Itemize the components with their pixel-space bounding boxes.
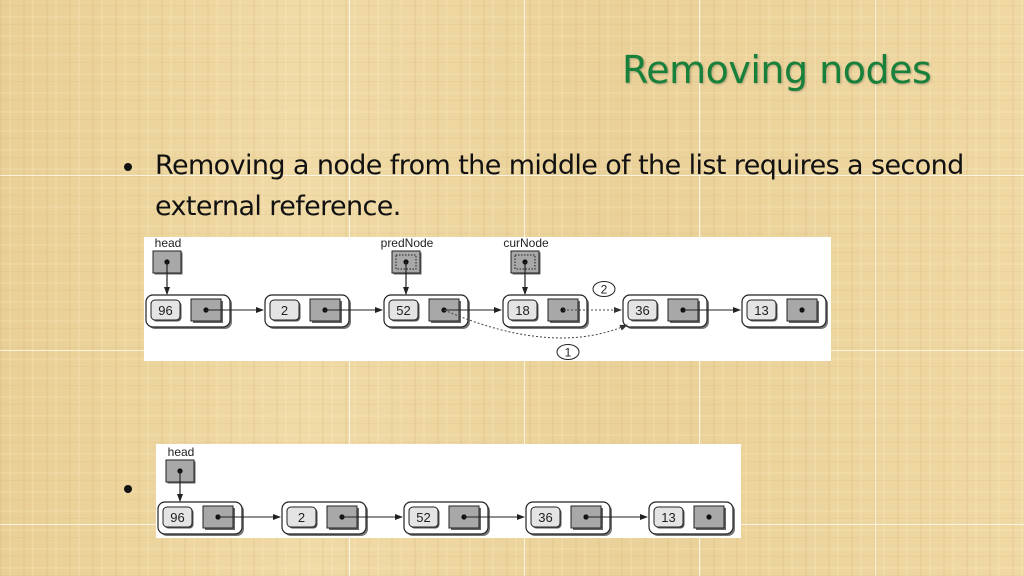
node-value: 52: [396, 303, 410, 318]
bullet-dot-icon: [124, 485, 132, 493]
node-value: 2: [298, 510, 305, 525]
slide-title: Removing nodes: [622, 48, 932, 92]
reference-label: curNode: [503, 237, 549, 250]
reference-label: head: [168, 445, 195, 459]
pointer-dot-icon: [706, 514, 712, 520]
bullet-text: Removing a node from the middle of the l…: [155, 150, 964, 222]
step-number: 2: [601, 283, 608, 297]
node-value: 18: [515, 303, 529, 318]
bullet-dot-icon: [124, 163, 132, 171]
step-number: 1: [565, 346, 572, 360]
node-value: 96: [170, 510, 184, 525]
reference-label: predNode: [381, 237, 434, 250]
node-value: 36: [635, 303, 649, 318]
diagram-after-removal: 96 2 52 36 13 head: [156, 444, 741, 538]
node-value: 13: [661, 510, 675, 525]
node-value: 2: [281, 303, 288, 318]
linked-list-diagram: 96 2 52 36 13 head: [157, 445, 735, 536]
node-value: 36: [538, 510, 552, 525]
node-value: 13: [754, 303, 768, 318]
linked-list-diagram: 96 2 52 18 36 13 2 1 head predNode curNode: [145, 237, 828, 360]
pointer-dot-icon: [799, 307, 805, 313]
node-value: 52: [416, 510, 430, 525]
reference-label: head: [155, 237, 182, 250]
diagram-before-removal: 96 2 52 18 36 13 2 1 head predNode curNode: [144, 237, 831, 361]
node-value: 96: [158, 303, 172, 318]
